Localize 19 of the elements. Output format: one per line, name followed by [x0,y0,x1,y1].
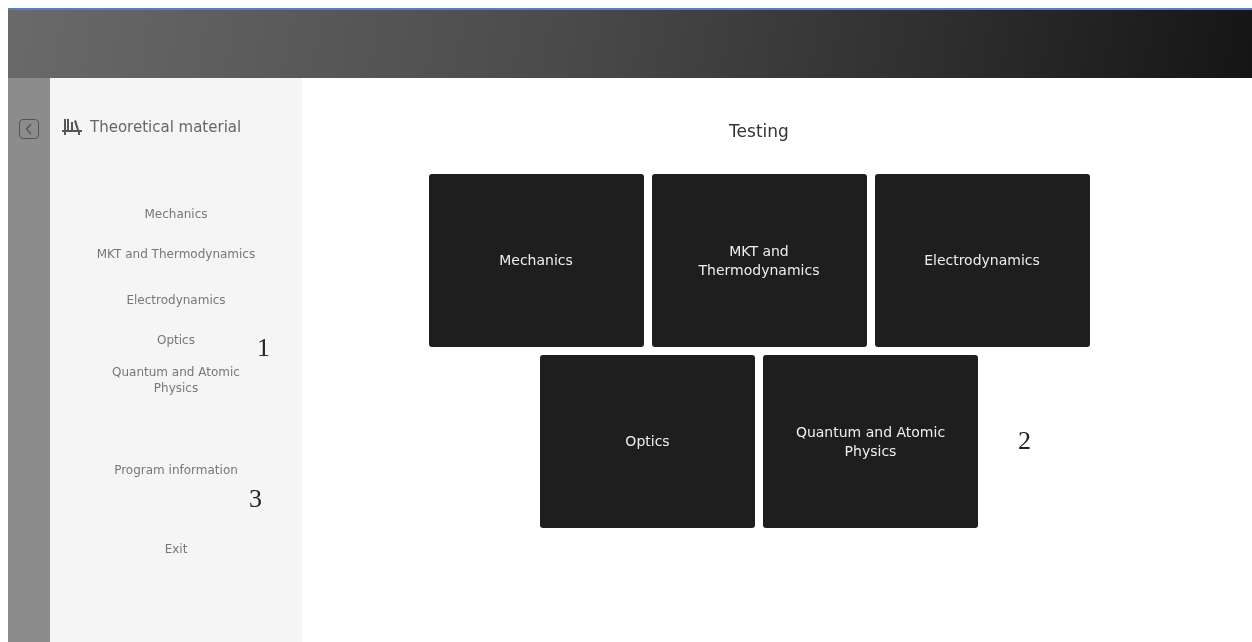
back-button[interactable] [19,119,39,139]
annotation-number: 3 [249,484,262,514]
topic-tile[interactable]: Electrodynamics [874,174,1090,347]
sidebar-item[interactable]: MKT and Thermodynamics [91,246,261,262]
sidebar-title: Theoretical material [90,118,242,136]
page-title: Testing [729,121,789,141]
topic-tile[interactable]: MKT and Thermodynamics [651,174,867,347]
chevron-left-icon [25,123,33,135]
bookshelf-icon [62,117,82,137]
exit-link[interactable]: Exit [91,541,261,557]
topic-tile[interactable]: Quantum and Atomic Physics [763,355,978,528]
topic-tile[interactable]: Optics [540,355,755,528]
annotation-number: 1 [257,333,270,363]
sidebar-item[interactable]: Electrodynamics [91,292,261,308]
sidebar-item[interactable]: Quantum and Atomic Physics [91,364,261,396]
program-information-link[interactable]: Program information [91,462,261,478]
topic-tile[interactable]: Mechanics [428,174,644,347]
annotation-number: 2 [1018,426,1031,456]
sidebar-item[interactable]: Mechanics [91,206,261,222]
